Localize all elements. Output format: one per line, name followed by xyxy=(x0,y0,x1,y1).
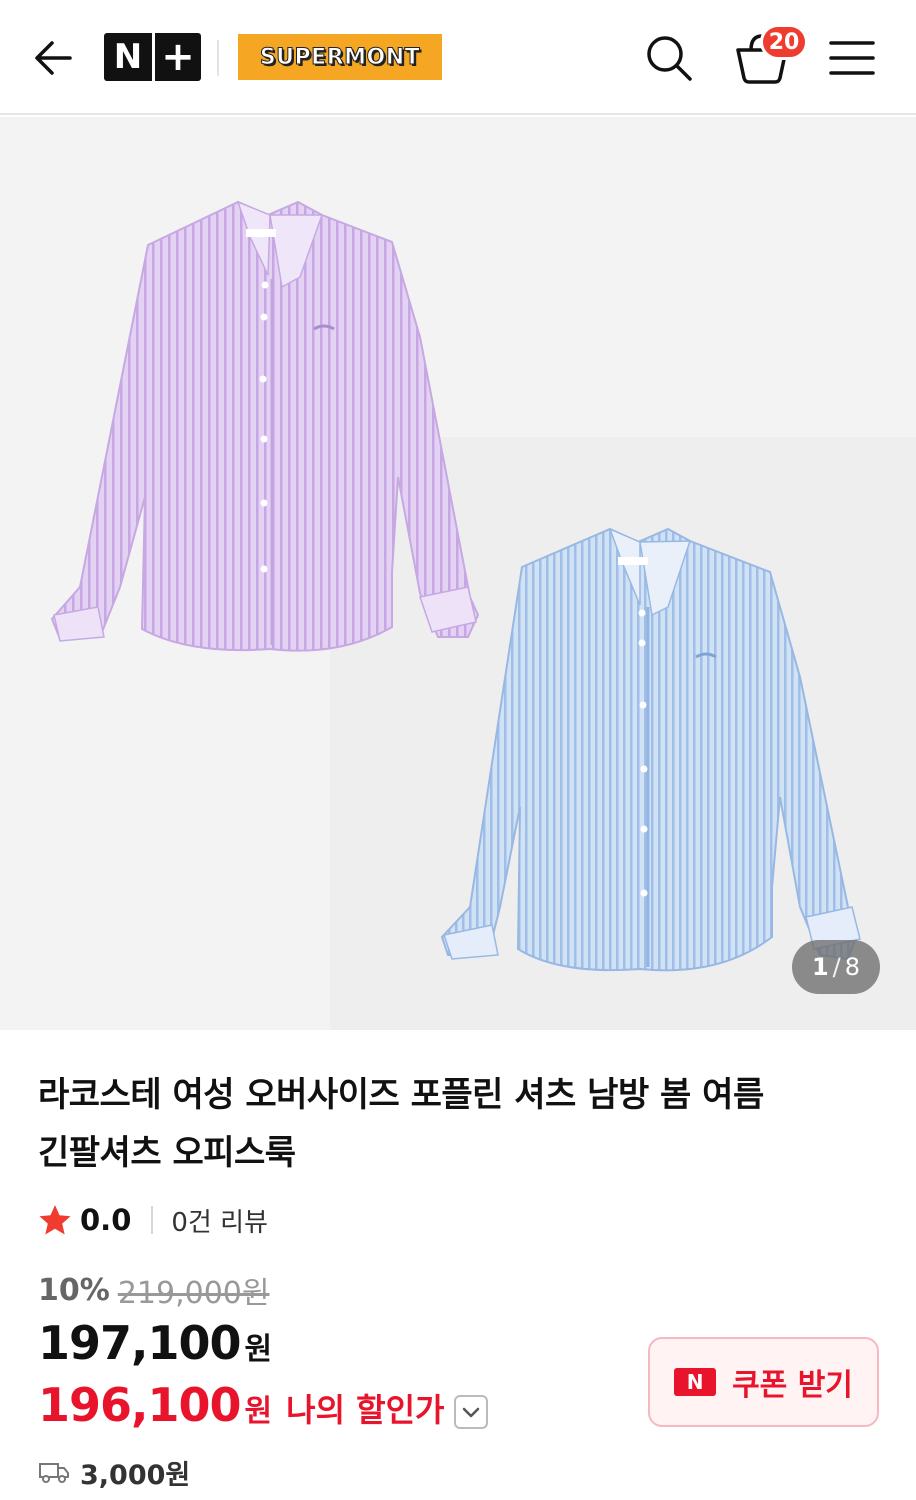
product-title-line-2: 긴팔셔츠 오피스룩 xyxy=(38,1133,296,1173)
product-image xyxy=(0,117,916,1030)
discount-row: 10% 219,000원 xyxy=(38,1268,269,1312)
rating-divider xyxy=(151,1206,154,1234)
gallery-page-indicator: 1 / 8 xyxy=(792,940,880,994)
store-logo-text: SUPERMONT xyxy=(259,44,421,70)
star-icon xyxy=(39,1205,71,1235)
get-coupon-button[interactable]: N 쿠폰 받기 xyxy=(648,1337,879,1427)
my-discount-price-row[interactable]: 196,100 원 나의 할인가 xyxy=(38,1378,489,1438)
my-discount-price-unit: 원 xyxy=(244,1394,273,1429)
sale-price: 197,100 xyxy=(38,1316,242,1370)
total-pages: 8 xyxy=(844,953,861,981)
top-app-bar: N + SUPERMONT 20 xyxy=(0,0,916,115)
review-count-link[interactable]: 0건 리뷰 xyxy=(171,1202,268,1239)
product-title-line-1: 라코스테 여성 오버사이즈 포플린 셔츠 남방 봄 여름 xyxy=(38,1075,764,1115)
rating-score: 0.0 xyxy=(80,1203,132,1237)
chevron-down-icon xyxy=(463,1407,480,1418)
product-title: 라코스테 여성 오버사이즈 포플린 셔츠 남방 봄 여름 긴팔셔츠 오피스룩 xyxy=(38,1066,838,1182)
nplus-logo-plus: + xyxy=(161,34,195,80)
store-logo[interactable]: SUPERMONT xyxy=(238,34,442,80)
price-detail-toggle[interactable] xyxy=(454,1395,489,1429)
shipping-info: 3,000원 xyxy=(38,1452,190,1492)
sale-price-unit: 원 xyxy=(244,1332,273,1367)
nplus-logo-n: N xyxy=(113,37,143,77)
discount-rate: 10% xyxy=(38,1272,110,1308)
naver-coupon-icon: N xyxy=(674,1368,717,1396)
search-icon xyxy=(647,36,692,81)
naver-plus-logo[interactable]: N + xyxy=(104,33,201,81)
product-image-gallery[interactable] xyxy=(0,117,916,1030)
get-coupon-label: 쿠폰 받기 xyxy=(732,1368,853,1403)
hamburger-menu-icon xyxy=(829,41,875,75)
rating-summary[interactable]: 0.0 0건 리뷰 xyxy=(38,1200,268,1240)
sale-price-row: 197,100 원 xyxy=(38,1316,272,1376)
delivery-truck-icon xyxy=(39,1463,69,1483)
original-price: 219,000원 xyxy=(117,1276,270,1311)
page-separator: / xyxy=(832,953,841,981)
menu-button[interactable] xyxy=(828,38,876,78)
my-discount-price: 196,100 xyxy=(38,1378,242,1432)
logo-divider xyxy=(217,40,219,76)
search-button[interactable] xyxy=(644,33,694,83)
shipping-fee: 3,000원 xyxy=(80,1459,191,1491)
back-button[interactable] xyxy=(30,34,78,82)
my-discount-price-label: 나의 할인가 xyxy=(286,1391,445,1429)
arrow-left-icon xyxy=(35,41,72,75)
current-page: 1 xyxy=(811,953,829,981)
cart-count-badge: 20 xyxy=(760,24,808,60)
